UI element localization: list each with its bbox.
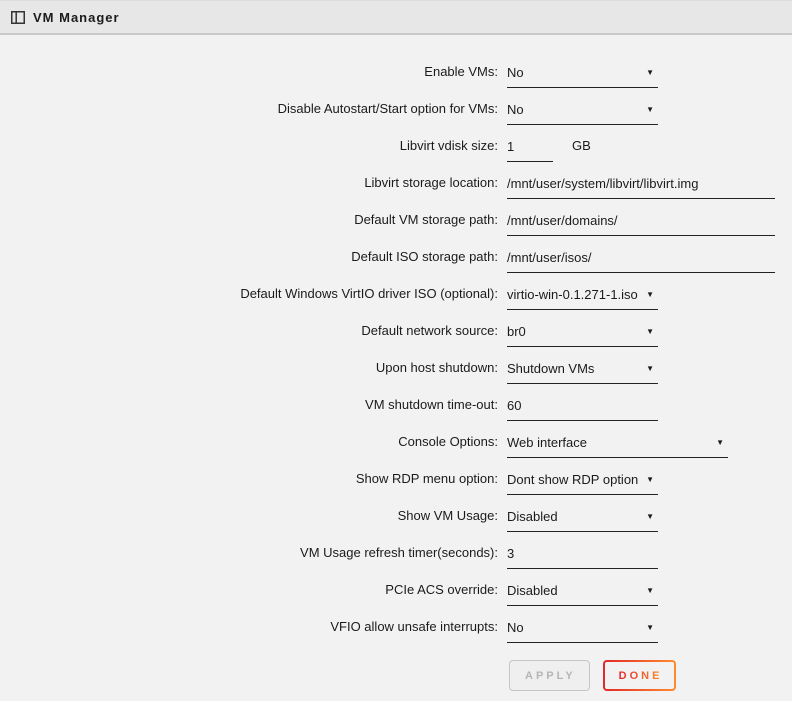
pcie-acs-override-value: Disabled [507, 583, 558, 598]
default-iso-storage-path-field [507, 250, 775, 273]
default-network-source-select[interactable]: br0 ▼ [507, 324, 658, 347]
vm-usage-refresh-timer-label: VM Usage refresh timer(seconds): [0, 545, 498, 569]
upon-host-shutdown-value: Shutdown VMs [507, 361, 594, 376]
disable-autostart-select[interactable]: No ▼ [507, 102, 658, 125]
default-network-source-label: Default network source: [0, 323, 498, 347]
button-row: APPLY DONE [0, 660, 792, 691]
show-rdp-menu-option-select[interactable]: Dont show RDP option ▼ [507, 472, 658, 495]
libvirt-storage-location-label: Libvirt storage location: [0, 175, 498, 199]
dropdown-arrow-icon: ▼ [646, 362, 658, 376]
default-iso-storage-path-label: Default ISO storage path: [0, 249, 498, 273]
console-options-value: Web interface [507, 435, 587, 450]
upon-host-shutdown-select[interactable]: Shutdown VMs ▼ [507, 361, 658, 384]
form-row: Default ISO storage path: [0, 236, 792, 273]
dropdown-arrow-icon: ▼ [716, 436, 728, 450]
dropdown-arrow-icon: ▼ [646, 510, 658, 524]
done-button-label: DONE [619, 670, 663, 682]
dropdown-arrow-icon: ▼ [646, 325, 658, 339]
form-row: Libvirt storage location: [0, 162, 792, 199]
enable-vms-value: No [507, 65, 524, 80]
form-row: Console Options: Web interface ▼ [0, 421, 792, 458]
pcie-acs-override-label: PCIe ACS override: [0, 582, 498, 606]
libvirt-storage-location-input[interactable] [507, 176, 775, 191]
console-options-select[interactable]: Web interface ▼ [507, 435, 728, 458]
form-row: Default VM storage path: [0, 199, 792, 236]
dropdown-arrow-icon: ▼ [646, 288, 658, 302]
dropdown-arrow-icon: ▼ [646, 103, 658, 117]
form-row: Show RDP menu option: Dont show RDP opti… [0, 458, 792, 495]
form-row: Libvirt vdisk size: GB [0, 125, 792, 162]
form-row: Upon host shutdown: Shutdown VMs ▼ [0, 347, 792, 384]
show-vm-usage-label: Show VM Usage: [0, 508, 498, 532]
default-virtio-iso-value: virtio-win-0.1.271-1.iso [507, 287, 638, 302]
default-virtio-iso-label: Default Windows VirtIO driver ISO (optio… [0, 286, 498, 310]
console-options-label: Console Options: [0, 434, 498, 458]
apply-button[interactable]: APPLY [509, 660, 590, 691]
default-virtio-iso-select[interactable]: virtio-win-0.1.271-1.iso ▼ [507, 287, 658, 310]
form-row: PCIe ACS override: Disabled ▼ [0, 569, 792, 606]
show-rdp-menu-option-value: Dont show RDP option [507, 472, 638, 487]
show-rdp-menu-option-label: Show RDP menu option: [0, 471, 498, 495]
enable-vms-select[interactable]: No ▼ [507, 65, 658, 88]
form-row: Default Windows VirtIO driver ISO (optio… [0, 273, 792, 310]
disable-autostart-label: Disable Autostart/Start option for VMs: [0, 101, 498, 125]
page-title: VM Manager [33, 10, 120, 25]
vm-shutdown-timeout-field [507, 398, 658, 421]
form-row: VM shutdown time-out: [0, 384, 792, 421]
enable-vms-label: Enable VMs: [0, 64, 498, 88]
default-vm-storage-path-input[interactable] [507, 213, 775, 228]
form-row: VM Usage refresh timer(seconds): [0, 532, 792, 569]
show-vm-usage-value: Disabled [507, 509, 558, 524]
dropdown-arrow-icon: ▼ [646, 473, 658, 487]
default-vm-storage-path-label: Default VM storage path: [0, 212, 498, 236]
done-button[interactable]: DONE [603, 660, 677, 691]
dropdown-arrow-icon: ▼ [646, 584, 658, 598]
titlebar: VM Manager [0, 0, 792, 35]
disable-autostart-value: No [507, 102, 524, 117]
form-row: Show VM Usage: Disabled ▼ [0, 495, 792, 532]
default-vm-storage-path-field [507, 213, 775, 236]
columns-window-icon [11, 11, 25, 24]
vfio-unsafe-interrupts-label: VFIO allow unsafe interrupts: [0, 619, 498, 643]
form-row: Default network source: br0 ▼ [0, 310, 792, 347]
dropdown-arrow-icon: ▼ [646, 66, 658, 80]
libvirt-vdisk-size-field [507, 139, 553, 162]
vm-manager-settings-form: Enable VMs: No ▼ Disable Autostart/Start … [0, 35, 792, 643]
libvirt-storage-location-field [507, 176, 775, 199]
default-iso-storage-path-input[interactable] [507, 250, 775, 265]
libvirt-vdisk-size-input[interactable] [507, 139, 553, 154]
vm-shutdown-timeout-input[interactable] [507, 398, 658, 413]
form-row: Enable VMs: No ▼ [0, 51, 792, 88]
vfio-unsafe-interrupts-value: No [507, 620, 524, 635]
vm-shutdown-timeout-label: VM shutdown time-out: [0, 397, 498, 421]
libvirt-vdisk-size-suffix: GB [572, 138, 591, 162]
vm-usage-refresh-timer-field [507, 546, 658, 569]
upon-host-shutdown-label: Upon host shutdown: [0, 360, 498, 384]
form-row: Disable Autostart/Start option for VMs: … [0, 88, 792, 125]
default-network-source-value: br0 [507, 324, 526, 339]
libvirt-vdisk-size-label: Libvirt vdisk size: [0, 138, 498, 162]
form-row: VFIO allow unsafe interrupts: No ▼ [0, 606, 792, 643]
vfio-unsafe-interrupts-select[interactable]: No ▼ [507, 620, 658, 643]
show-vm-usage-select[interactable]: Disabled ▼ [507, 509, 658, 532]
dropdown-arrow-icon: ▼ [646, 621, 658, 635]
vm-usage-refresh-timer-input[interactable] [507, 546, 658, 561]
pcie-acs-override-select[interactable]: Disabled ▼ [507, 583, 658, 606]
